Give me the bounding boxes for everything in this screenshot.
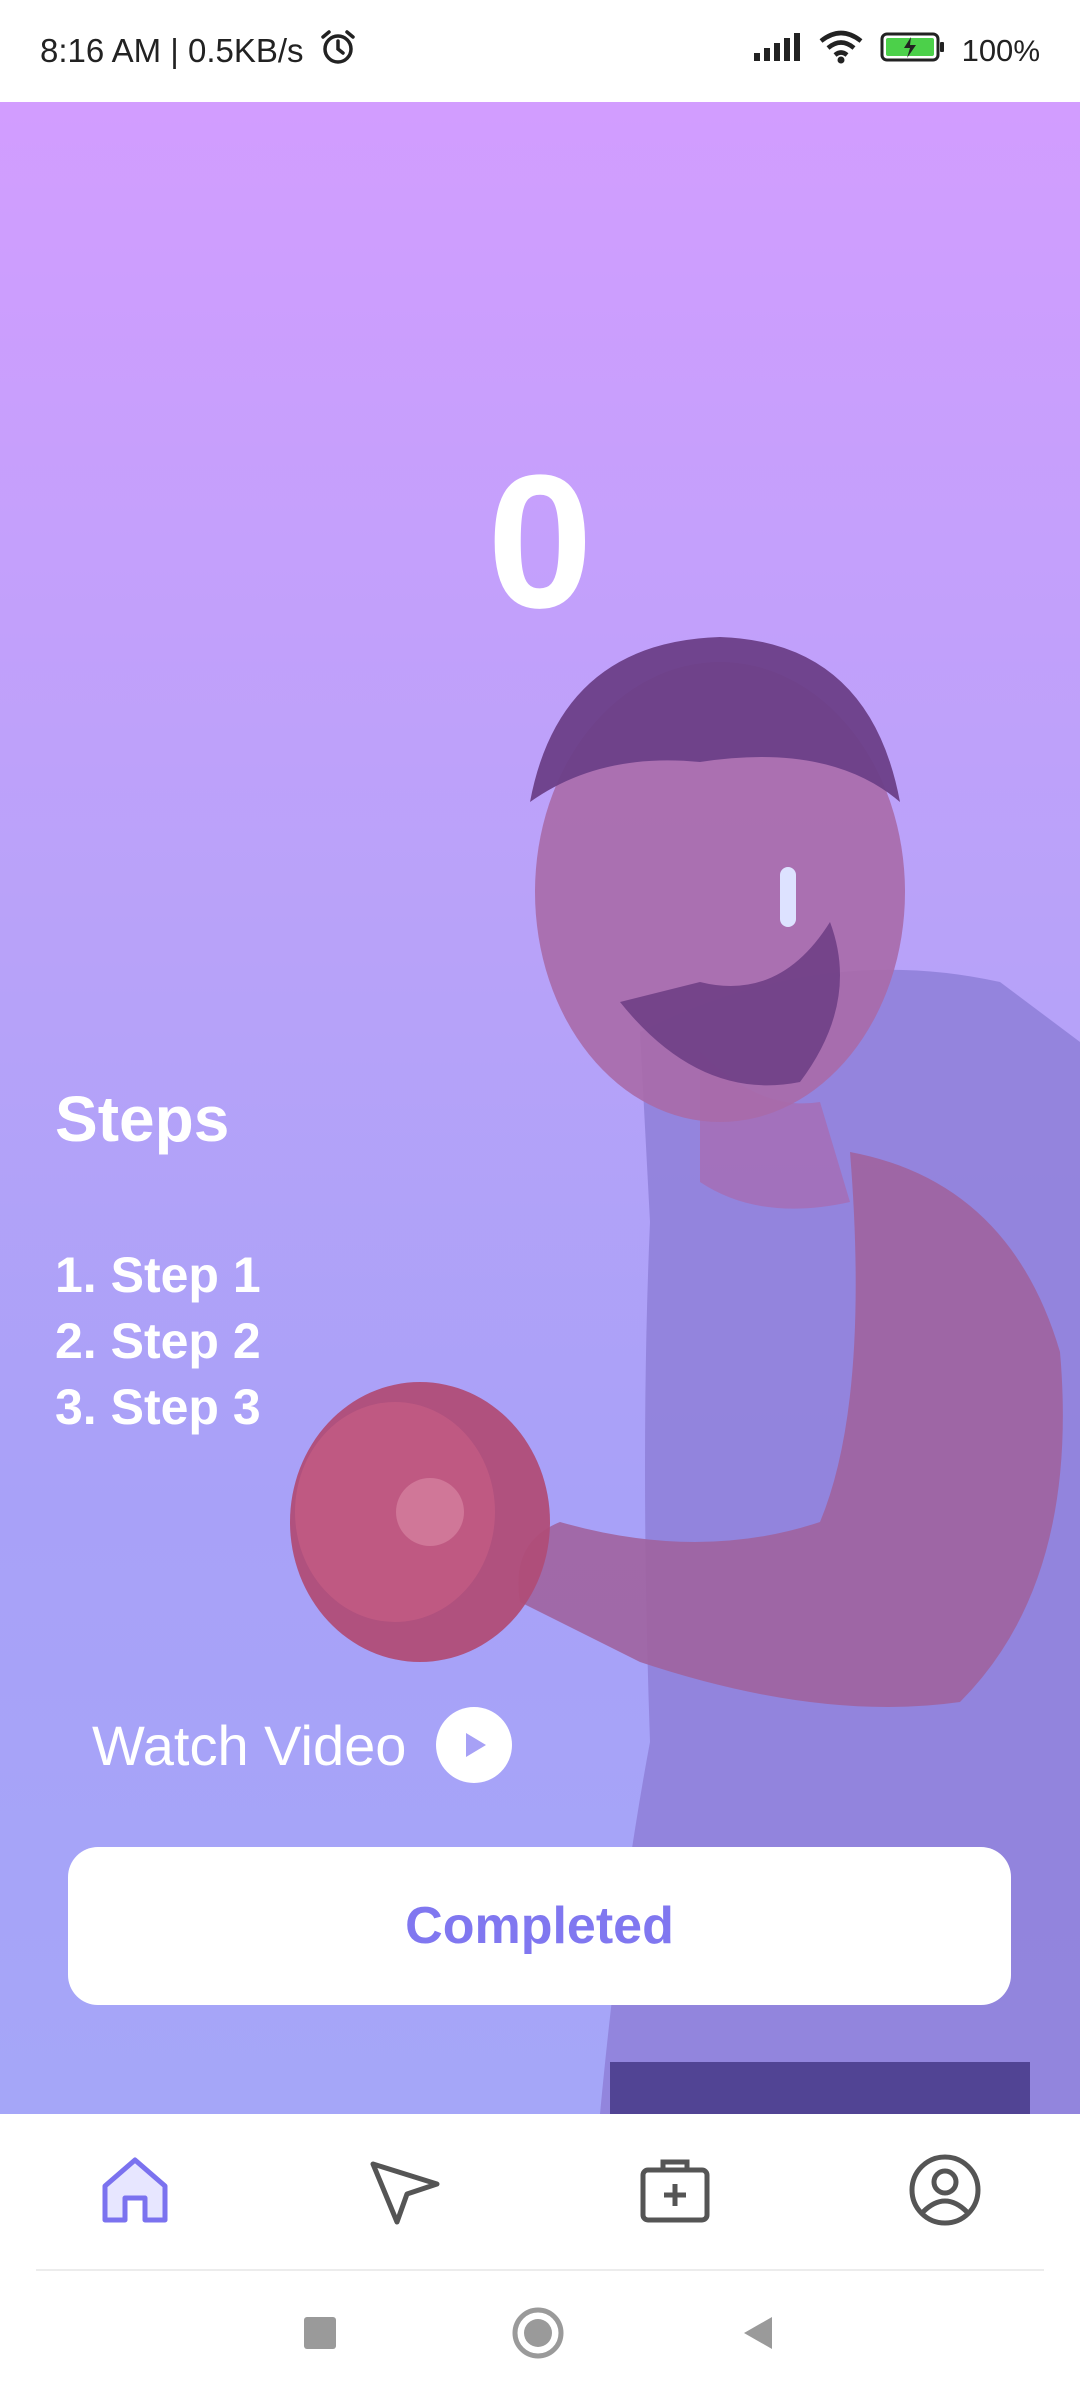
rep-counter: 0 — [487, 436, 593, 648]
workout-hero: 0 Steps 1. Step 1 2. Step 2 3. Step 3 Wa… — [0, 102, 1080, 2114]
step-item: 2. Step 2 — [55, 1313, 261, 1369]
status-bar: 8:16 AM | 0.5KB/s 100% — [0, 0, 1080, 102]
status-time: 8:16 AM | 0.5KB/s — [40, 32, 304, 69]
status-left: 8:16 AM | 0.5KB/s — [40, 27, 358, 75]
step-item: 1. Step 1 — [55, 1247, 261, 1303]
bottom-nav — [0, 2114, 1080, 2270]
wifi-icon — [818, 30, 864, 72]
battery-level: 100% — [961, 33, 1040, 68]
nav-item-medical[interactable] — [540, 2150, 810, 2235]
completed-button[interactable]: Completed — [68, 1847, 1011, 2005]
battery-charging-icon — [880, 31, 946, 71]
medical-kit-icon[interactable] — [635, 2150, 715, 2235]
play-icon[interactable] — [436, 1707, 513, 1783]
nav-item-profile[interactable] — [810, 2150, 1080, 2235]
profile-icon[interactable] — [905, 2150, 985, 2235]
send-icon[interactable] — [365, 2150, 445, 2235]
back-button[interactable] — [736, 2311, 780, 2360]
alarm-icon — [318, 27, 358, 75]
recents-button[interactable] — [300, 2313, 340, 2358]
system-nav-bar — [0, 2271, 1080, 2400]
nav-item-send[interactable] — [270, 2150, 540, 2235]
steps-title: Steps — [55, 1083, 230, 1155]
status-right: 100% — [752, 30, 1040, 72]
step-item: 3. Step 3 — [55, 1379, 261, 1435]
home-icon[interactable] — [95, 2150, 175, 2235]
watch-video-button[interactable]: Watch Video — [92, 1707, 513, 1783]
nav-item-home[interactable] — [0, 2150, 270, 2235]
signal-icon — [752, 31, 802, 71]
home-button[interactable] — [510, 2305, 566, 2366]
steps-list: 1. Step 1 2. Step 2 3. Step 3 — [55, 1242, 261, 1440]
watch-video-label: Watch Video — [92, 1713, 407, 1777]
